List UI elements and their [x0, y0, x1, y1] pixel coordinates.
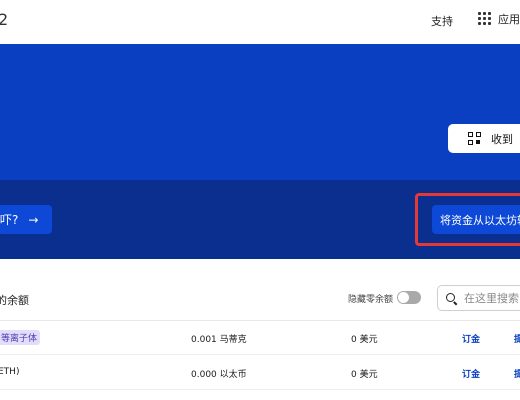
asset-name: ETH) — [0, 367, 20, 377]
arrow-right-icon: → — [28, 212, 39, 227]
top-bar: 2 支持 应用 — [0, 0, 520, 42]
asset-usd-value: 0 美元 — [351, 370, 378, 380]
search-icon — [446, 293, 456, 303]
qr-code-icon — [468, 132, 481, 145]
apps-menu-button[interactable]: 应用 — [478, 11, 520, 27]
asset-name-badge: 等离子体 — [0, 330, 41, 345]
page-title-fragment: 2 — [0, 10, 9, 29]
receive-button[interactable]: 收到 — [448, 124, 520, 153]
withdraw-link[interactable]: 提 — [514, 367, 520, 380]
support-link[interactable]: 支持 — [431, 13, 453, 29]
deposit-link[interactable]: 订金 — [462, 332, 480, 345]
search-placeholder: 在这里搜索 — [464, 292, 519, 305]
search-input[interactable]: 在这里搜索 — [437, 285, 520, 311]
asset-amount: 0.000 以太币 — [191, 370, 247, 380]
deposit-link[interactable]: 订金 — [462, 367, 480, 380]
balance-title: 的余额 — [0, 294, 29, 307]
table-row: ETH) 0.000 以太币 0 美元 订金 提 — [0, 355, 520, 390]
hero-banner — [0, 44, 520, 180]
withdraw-link[interactable]: 提 — [514, 332, 520, 345]
left-action-label: 吓? — [0, 213, 19, 227]
asset-usd-value: 0 美元 — [351, 335, 378, 345]
asset-amount: 0.001 马蒂克 — [191, 335, 247, 345]
hide-zero-label: 隐藏零余额 — [348, 295, 394, 305]
assets-header: 的余额 隐藏零余额 在这里搜索 — [0, 278, 520, 321]
apps-label: 应用 — [498, 13, 520, 26]
receive-label: 收到 — [491, 132, 513, 146]
grid-icon — [478, 12, 492, 26]
highlight-annotation — [415, 193, 520, 246]
hide-zero-toggle[interactable] — [397, 291, 421, 304]
left-action-button[interactable]: 吓? → — [0, 205, 52, 234]
toggle-knob — [398, 292, 409, 303]
table-row: 等离子体 0.001 马蒂克 0 美元 订金 提 — [0, 320, 520, 355]
